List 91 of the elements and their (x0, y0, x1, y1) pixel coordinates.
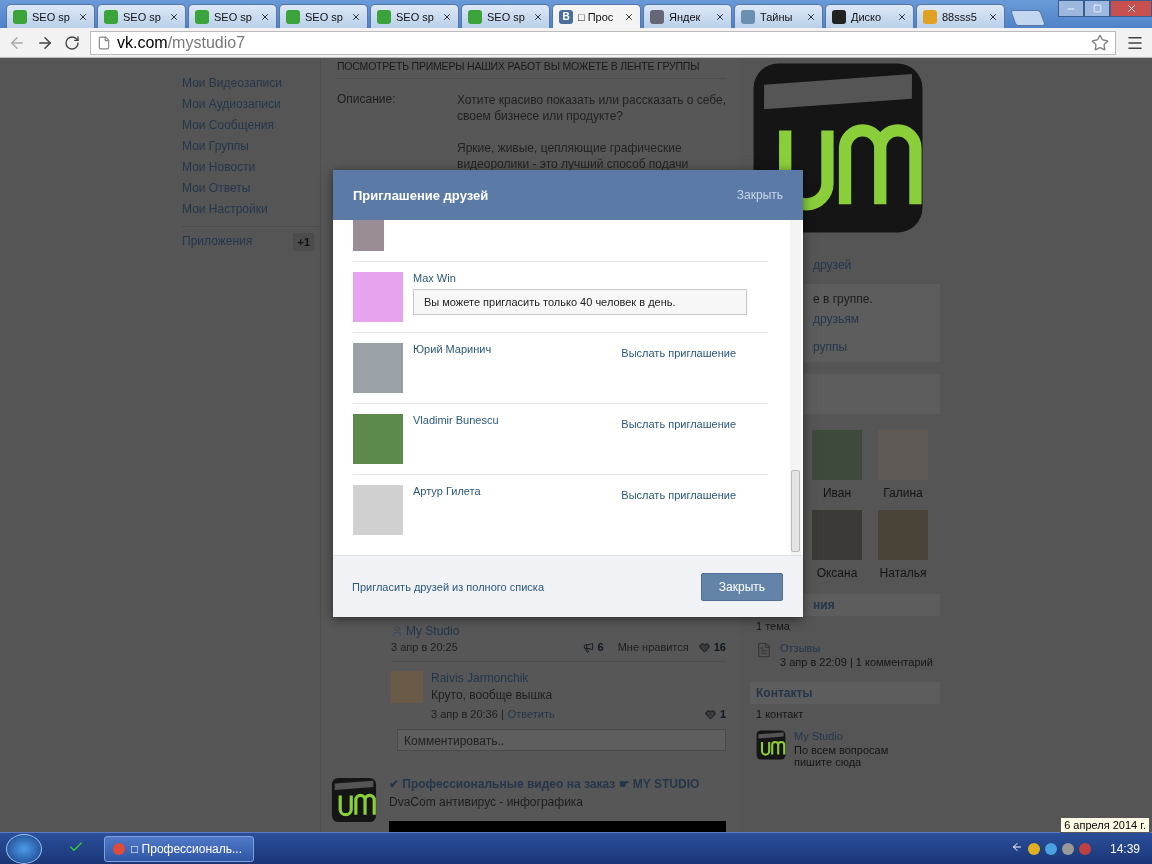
dialog-title: Приглашение друзей (353, 187, 489, 203)
limit-notice: Вы можете пригласить только 40 человек в день. (413, 289, 747, 315)
topic-count: 1 тема (755, 619, 791, 634)
comment-text: Круто, вообще вышка (431, 688, 554, 702)
like-label[interactable]: Мне нравится (617, 641, 689, 653)
post-text: DvaCom антивирус - инфографика (389, 795, 585, 809)
member-name[interactable]: Иван (822, 486, 852, 500)
close-icon[interactable] (351, 11, 361, 22)
close-icon (1125, 3, 1137, 14)
share-icon[interactable] (582, 641, 594, 653)
member-name[interactable]: Оксана (816, 566, 858, 580)
like-count: 16 (713, 641, 726, 653)
contact-note: По всем вопросам пишите сюда (794, 744, 890, 768)
clock[interactable]: 14:39 (1109, 841, 1140, 856)
member-name[interactable]: Наталья (879, 566, 927, 580)
tray-icon[interactable] (1027, 842, 1040, 855)
minimize-button[interactable] (1058, 0, 1084, 17)
close-icon[interactable] (260, 11, 270, 22)
maximize-button[interactable] (1084, 0, 1110, 17)
reload-icon[interactable] (64, 34, 80, 51)
studio-logo (756, 730, 786, 760)
site-icon (832, 9, 846, 24)
close-icon[interactable] (442, 11, 452, 22)
friend-name[interactable]: Артур Гилета (413, 485, 481, 501)
site-icon (104, 9, 118, 24)
photo-placeholder (353, 220, 384, 251)
tray-icon[interactable] (1061, 842, 1074, 855)
bookmark-star-icon[interactable] (1091, 33, 1109, 52)
site-icon (377, 9, 391, 24)
count-badge: +1 (293, 232, 314, 251)
close-icon[interactable] (715, 11, 725, 22)
date-tooltip: 6 апреля 2014 г. (1060, 817, 1150, 833)
taskbar-button[interactable]: □ Профессиональ... (104, 835, 254, 862)
photo-placeholder (353, 272, 403, 322)
browser-tab[interactable]: SEO sp (370, 4, 459, 28)
scrollbar[interactable] (790, 220, 801, 555)
site-icon (650, 9, 664, 24)
site-icon: В (559, 9, 573, 24)
browser-tab[interactable]: Яндек (643, 4, 732, 28)
close-icon[interactable] (169, 11, 179, 22)
site-icon (468, 9, 482, 24)
studio-logo (331, 777, 377, 823)
browser-tab[interactable]: 88sss5 (916, 4, 1005, 28)
browser-tab[interactable]: Диско (825, 4, 914, 28)
close-icon[interactable] (78, 11, 88, 22)
browser-tab[interactable]: SEO sp (97, 4, 186, 28)
send-invite-link[interactable]: Выслать приглашение (621, 489, 736, 501)
maximize-icon (1092, 4, 1102, 13)
close-icon[interactable] (806, 11, 816, 22)
new-tab-button[interactable] (1010, 10, 1046, 26)
site-icon (923, 9, 937, 24)
contact-count: 1 контакт (755, 707, 805, 722)
like-count: 1 (719, 708, 726, 720)
close-icon[interactable] (533, 11, 543, 22)
browser-tab[interactable]: Тайны (734, 4, 823, 28)
user-icon (391, 625, 403, 637)
site-icon (741, 9, 755, 24)
photo-placeholder (353, 343, 403, 393)
photo-placeholder (353, 414, 403, 464)
site-icon (286, 9, 300, 24)
photo-placeholder (353, 485, 403, 535)
friend-name[interactable]: Max Win (413, 272, 768, 284)
member-name[interactable]: Галина (883, 486, 923, 500)
friend-name[interactable]: Vladimir Bunescu (413, 414, 499, 430)
document-icon (756, 642, 772, 658)
browser-tab[interactable]: SEO sp (461, 4, 550, 28)
comment-field[interactable]: Комментировать.. (397, 729, 726, 751)
browser-tab[interactable]: SEO sp (188, 4, 277, 28)
share-count: 6 (597, 641, 604, 653)
page-icon (97, 35, 111, 50)
address-bar[interactable]: vk.com/mystudio7 (90, 30, 1116, 55)
browser-tab[interactable]: SEO sp (279, 4, 368, 28)
membership-text: е в группе. (813, 292, 874, 306)
close-link[interactable]: Закрыть (736, 188, 783, 202)
field-label: Описание: (337, 92, 397, 106)
close-icon[interactable] (624, 11, 634, 22)
close-button[interactable]: Закрыть (700, 572, 783, 601)
start-button[interactable] (6, 833, 42, 864)
group-banner-text: ПОСМОТРЕТЬ ПРИМЕРЫ НАШИХ РАБОТ ВЫ МОЖЕТЕ В ЛЕНТЕ ГРУППЫ (337, 58, 726, 79)
friend-name[interactable]: Юрий Маринич (413, 343, 492, 359)
close-icon[interactable] (988, 11, 998, 22)
close-icon[interactable] (897, 11, 907, 22)
send-invite-link[interactable]: Выслать приглашение (621, 418, 736, 430)
send-invite-link[interactable]: Выслать приглашение (621, 347, 736, 359)
browser-tab[interactable]: В □ Прос (552, 4, 641, 28)
membership-text[interactable]: руппы (813, 340, 940, 354)
tray-icon[interactable] (1044, 842, 1057, 855)
site-icon (13, 9, 27, 24)
browser-tab[interactable]: SEO sp (6, 4, 95, 28)
site-icon (195, 9, 209, 24)
invite-all-link[interactable]: Пригласить друзей из полного списка (352, 580, 544, 593)
